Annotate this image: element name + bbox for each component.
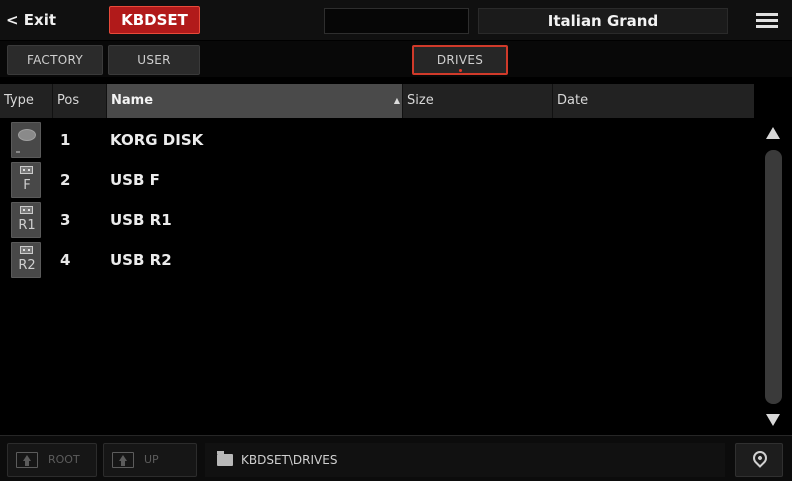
table-row[interactable]: F 2 USB F [0,160,754,200]
hard-disk-icon [11,122,41,158]
column-header-size[interactable]: Size [403,84,553,118]
scroll-up-arrow-icon[interactable] [763,124,783,144]
column-header-type[interactable]: Type [0,84,53,118]
usb-connector-shape [20,166,33,174]
disk-platter-shape [18,129,36,141]
usb-drive-icon: F [11,162,41,198]
table-row[interactable]: R2 4 USB R2 [0,240,754,280]
current-path: KBDSET\DRIVES [205,443,725,477]
tab-user[interactable]: USER [108,45,200,75]
exit-button[interactable]: < Exit [6,7,56,33]
usb-connector-shape [20,206,33,214]
up-arrow-icon [112,452,134,468]
column-header-name-label: Name [111,93,154,108]
up-button[interactable]: UP [103,443,197,477]
page-title-badge: KBDSET [109,6,200,34]
row-pos: 2 [60,171,71,189]
tab-factory[interactable]: FACTORY [7,45,103,75]
blank-display-field [324,8,469,34]
scroll-down-arrow-icon[interactable] [763,410,783,430]
selected-indicator-dot [459,69,462,72]
row-pos: 3 [60,211,71,229]
table-header: Type Pos Name ▲ Size Date [0,84,754,118]
column-header-name[interactable]: Name ▲ [107,84,403,118]
usb-drive-icon: R1 [11,202,41,238]
row-name: USB F [110,171,160,189]
row-name: USB R1 [110,211,172,229]
column-header-date[interactable]: Date [553,84,754,118]
footer-bar: ROOT UP KBDSET\DRIVES [0,435,792,481]
row-pos: 4 [60,251,71,269]
usb-drive-icon: R2 [11,242,41,278]
up-button-label: UP [144,453,159,466]
disk-led-shape [16,151,20,153]
drive-list: 1 KORG DISK F 2 USB F R1 3 USB R1 R2 4 U… [0,120,754,432]
location-button[interactable] [735,443,783,477]
usb-drive-label: R2 [18,258,36,273]
row-name: USB R2 [110,251,172,269]
table-row[interactable]: R1 3 USB R1 [0,200,754,240]
column-header-pos[interactable]: Pos [53,84,107,118]
table-row[interactable]: 1 KORG DISK [0,120,754,160]
row-name: KORG DISK [110,131,204,149]
tab-drives-label: DRIVES [436,53,484,67]
sound-name-field[interactable]: Italian Grand [478,8,728,34]
path-text: KBDSET\DRIVES [241,453,338,467]
tab-drives[interactable]: DRIVES [412,45,508,75]
usb-drive-label: F [23,178,31,193]
folder-icon [217,451,233,466]
row-pos: 1 [60,131,71,149]
root-button[interactable]: ROOT [7,443,97,477]
scrollbar-track[interactable] [765,150,782,404]
location-pin-icon [750,448,770,468]
usb-connector-shape [20,246,33,254]
tab-row: FACTORY USER DRIVES [0,41,792,77]
root-button-label: ROOT [48,453,80,466]
sort-ascending-icon: ▲ [393,96,400,105]
usb-drive-label: R1 [18,218,36,233]
hamburger-menu-icon[interactable] [752,10,782,32]
top-bar: < Exit KBDSET Italian Grand [0,0,792,40]
home-icon [16,452,38,468]
